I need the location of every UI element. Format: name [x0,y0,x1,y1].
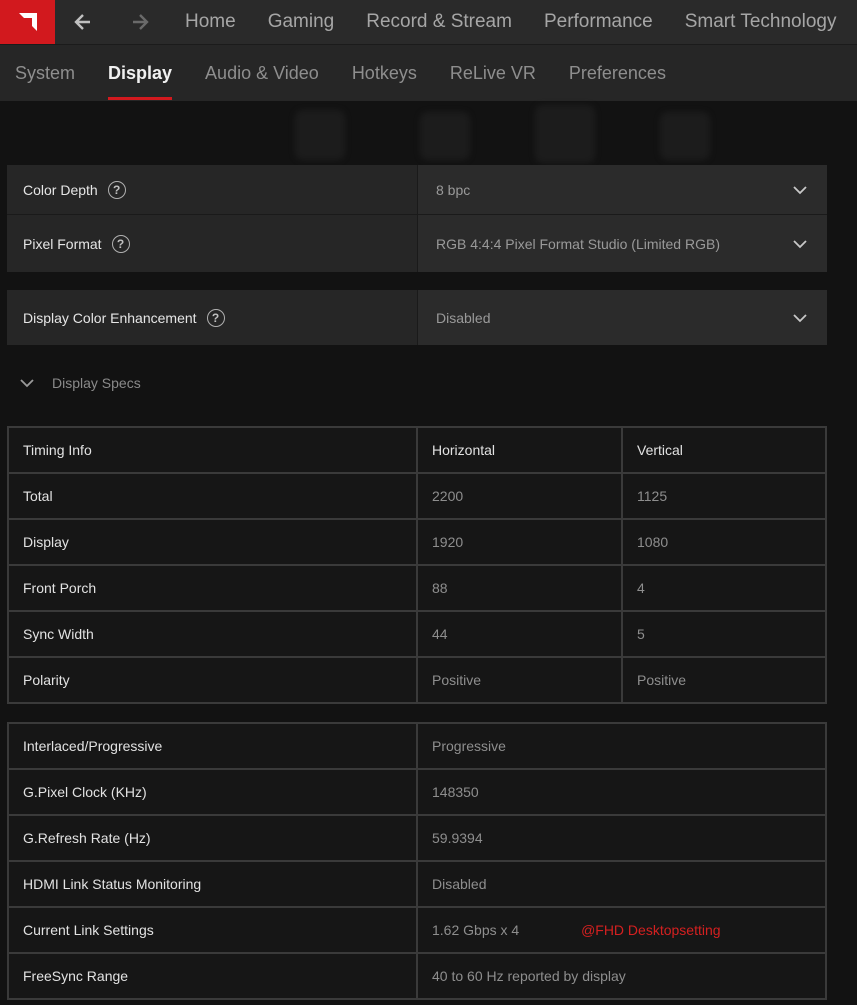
table-row: HDMI Link Status Monitoring Disabled [7,860,827,908]
sub-nav: System Display Audio & Video Hotkeys ReL… [0,44,857,101]
table-row: Front Porch 88 4 [7,564,827,612]
forward-arrow-icon[interactable] [111,0,169,44]
display-specs-label: Display Specs [52,375,141,391]
table-row: Total 2200 1125 [7,472,827,520]
nav-home[interactable]: Home [169,0,252,44]
background-decoration [420,112,470,160]
table-cell: 40 to 60 Hz reported by display [416,952,827,1000]
table-cell: Total [7,472,418,520]
display-settings-panel: Color Depth ? 8 bpc Pixel Format ? RGB 4… [7,165,827,272]
pixel-format-dropdown[interactable]: RGB 4:4:4 Pixel Format Studio (Limited R… [417,215,827,272]
help-icon[interactable]: ? [107,180,126,199]
table-cell: Positive [621,656,827,704]
back-arrow-icon[interactable] [55,0,111,44]
nav-record-stream[interactable]: Record & Stream [350,0,528,44]
pixel-format-value: RGB 4:4:4 Pixel Format Studio (Limited R… [436,235,720,252]
table-header-cell: Vertical [621,426,827,474]
chevron-down-icon [20,379,34,388]
table-cell: Progressive [416,722,827,770]
table-cell: 2200 [416,472,623,520]
background-decoration [535,105,595,163]
table-header-cell: Timing Info [7,426,418,474]
table-cell: Disabled [416,860,827,908]
nav-smart-technology[interactable]: Smart Technology [669,0,853,44]
table-row: FreeSync Range 40 to 60 Hz reported by d… [7,952,827,1000]
color-depth-row: Color Depth ? 8 bpc [7,165,827,215]
table-cell: 1080 [621,518,827,566]
table-row: Current Link Settings 1.62 Gbps x 4 @FHD… [7,906,827,954]
table-cell: G.Refresh Rate (Hz) [7,814,418,862]
tab-system[interactable]: System [15,45,75,102]
table-row: Interlaced/Progressive Progressive [7,722,827,770]
table-cell: 5 [621,610,827,658]
color-enhancement-dropdown[interactable]: Disabled [417,290,827,345]
table-cell: 4 [621,564,827,612]
table-cell: HDMI Link Status Monitoring [7,860,418,908]
color-enhancement-value: Disabled [436,309,491,326]
table-cell: Polarity [7,656,418,704]
table-row: Display 1920 1080 [7,518,827,566]
tab-preferences[interactable]: Preferences [569,45,666,102]
chevron-down-icon [793,239,807,248]
amd-logo[interactable] [0,0,55,44]
watermark-text: @FHD Desktopsetting [581,922,721,938]
table-cell: Positive [416,656,623,704]
top-nav: Home Gaming Record & Stream Performance … [0,0,857,44]
tab-display[interactable]: Display [108,45,173,102]
table-header-row: Timing Info Horizontal Vertical [7,426,827,474]
table-row: Sync Width 44 5 [7,610,827,658]
table-cell: Current Link Settings [7,906,418,954]
display-specs-toggle[interactable]: Display Specs [20,375,141,391]
nav-gaming[interactable]: Gaming [252,0,351,44]
chevron-down-icon [793,313,807,322]
color-depth-value: 8 bpc [436,181,471,198]
table-header-cell: Horizontal [416,426,623,474]
background-decoration [660,112,710,160]
color-enhancement-label: Display Color Enhancement [23,309,197,326]
pixel-format-row: Pixel Format ? RGB 4:4:4 Pixel Format St… [7,215,827,272]
color-enhancement-row: Display Color Enhancement ? Disabled [7,290,827,345]
link-settings-value: 1.62 Gbps x 4 [432,922,520,938]
table-row: G.Pixel Clock (KHz) 148350 [7,768,827,816]
nav-performance[interactable]: Performance [528,0,669,44]
table-row: Polarity Positive Positive [7,656,827,704]
table-cell: G.Pixel Clock (KHz) [7,768,418,816]
table-cell: Display [7,518,418,566]
tab-relive-vr[interactable]: ReLive VR [450,45,536,102]
table-cell: FreeSync Range [7,952,418,1000]
table-cell: 1920 [416,518,623,566]
help-icon[interactable]: ? [111,234,130,253]
table-cell: Interlaced/Progressive [7,722,418,770]
chevron-down-icon [793,185,807,194]
display-info-table: Interlaced/Progressive Progressive G.Pix… [7,722,827,1000]
tab-hotkeys[interactable]: Hotkeys [352,45,417,102]
table-cell: 1125 [621,472,827,520]
color-enhancement-panel: Display Color Enhancement ? Disabled [7,290,827,345]
help-icon[interactable]: ? [206,308,225,327]
table-cell: Front Porch [7,564,418,612]
timing-table: Timing Info Horizontal Vertical Total 22… [7,426,827,704]
pixel-format-label: Pixel Format [23,235,102,252]
table-cell: Sync Width [7,610,418,658]
color-depth-dropdown[interactable]: 8 bpc [417,165,827,214]
table-row: G.Refresh Rate (Hz) 59.9394 [7,814,827,862]
tab-audio-video[interactable]: Audio & Video [205,45,319,102]
amd-logo-icon [18,13,37,31]
table-cell: 148350 [416,768,827,816]
table-cell: 88 [416,564,623,612]
table-cell: 44 [416,610,623,658]
background-decoration [295,110,345,160]
color-depth-label: Color Depth [23,181,98,198]
table-cell: 59.9394 [416,814,827,862]
table-cell: 1.62 Gbps x 4 @FHD Desktopsetting [416,906,827,954]
